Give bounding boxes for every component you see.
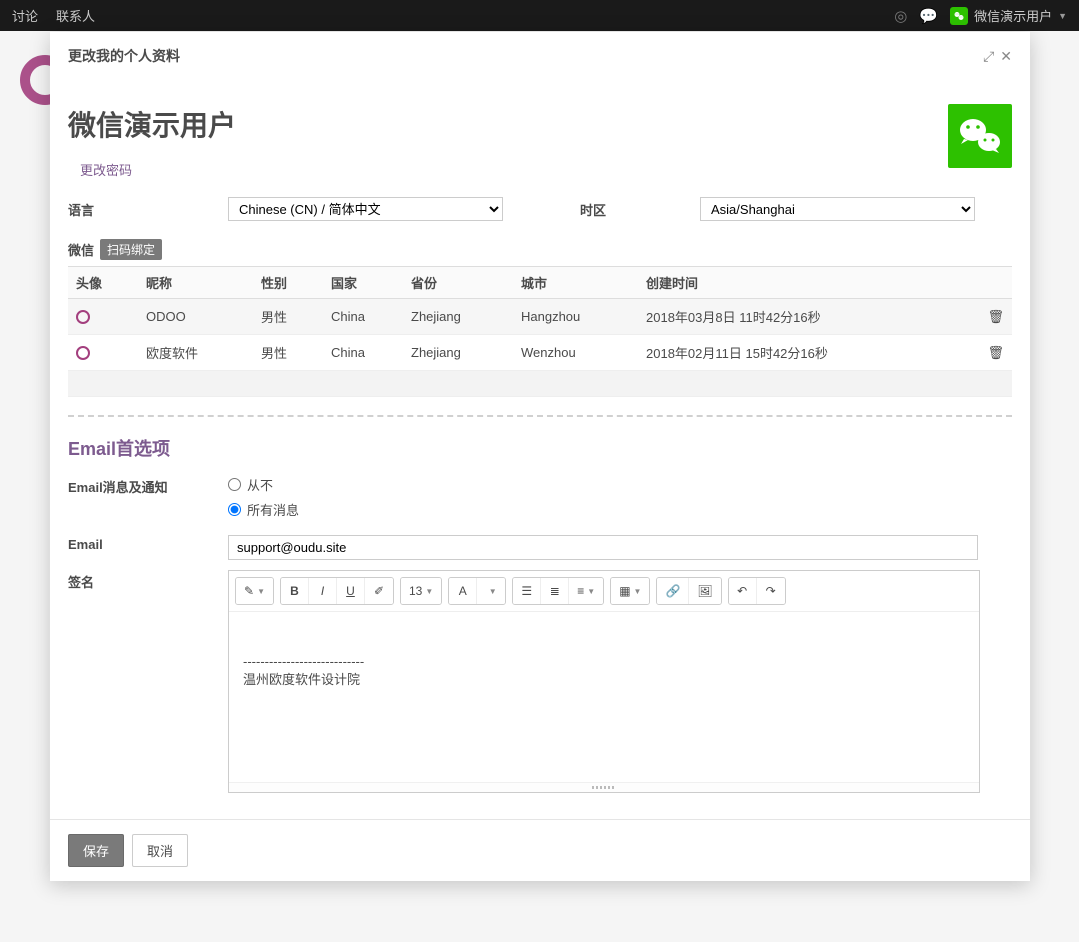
col-province: 省份 (403, 267, 513, 299)
user-name: 微信演示用户 (974, 6, 1052, 25)
signature-label: 签名 (68, 570, 228, 591)
italic-button[interactable]: I (309, 578, 337, 604)
cell-created: 2018年03月8日 11时42分16秒 (638, 299, 979, 335)
col-created: 创建时间 (638, 267, 979, 299)
signature-text: 温州欧度软件设计院 (243, 669, 965, 688)
email-input[interactable] (228, 535, 978, 560)
col-avatar: 头像 (68, 267, 138, 299)
bold-button[interactable]: B (281, 578, 309, 604)
wechat-table: 头像 昵称 性别 国家 省份 城市 创建时间 ODOO 男性 (68, 266, 1012, 397)
modal-footer: 保存 取消 (50, 819, 1030, 881)
underline-button[interactable]: U (337, 578, 365, 604)
delete-row-icon[interactable]: 🗑 (979, 299, 1012, 335)
signature-editor: ✎▼ B I U ✐ 13▼ A ▼ (228, 570, 980, 793)
editor-content[interactable]: ---------------------------- 温州欧度软件设计院 (229, 612, 979, 782)
wechat-logo (948, 104, 1012, 168)
chevron-down-icon: ▼ (1058, 11, 1067, 21)
col-gender: 性别 (253, 267, 323, 299)
radio-all-input[interactable] (228, 503, 241, 516)
cell-nickname: 欧度软件 (138, 335, 253, 371)
notify-label: Email消息及通知 (68, 475, 228, 496)
modal-title: 更改我的个人资料 (68, 46, 180, 66)
table-dropdown[interactable]: ▦▼ (611, 578, 649, 604)
wechat-icon (950, 7, 968, 25)
cell-province: Zhejiang (403, 299, 513, 335)
language-label: 语言 (68, 200, 228, 219)
profile-modal: 更改我的个人资料 ⤢ ✕ 微信演示用户 更改密码 (50, 32, 1030, 881)
unordered-list-button[interactable]: ☰ (513, 578, 541, 604)
signature-separator: ---------------------------- (243, 654, 965, 669)
font-color-dropdown[interactable]: ▼ (477, 578, 505, 604)
email-label: Email (68, 535, 228, 552)
timezone-select[interactable]: Asia/Shanghai (700, 197, 975, 221)
cell-nickname: ODOO (138, 299, 253, 335)
table-row[interactable]: ODOO 男性 China Zhejiang Hangzhou 2018年03月… (68, 299, 1012, 335)
col-nickname: 昵称 (138, 267, 253, 299)
cell-country: China (323, 335, 403, 371)
col-country: 国家 (323, 267, 403, 299)
top-nav: 讨论 联系人 ◎ 💬 微信演示用户 ▼ (0, 0, 1079, 31)
timezone-label: 时区 (540, 200, 700, 219)
editor-toolbar: ✎▼ B I U ✐ 13▼ A ▼ (229, 571, 979, 612)
link-button[interactable]: 🔗 (657, 578, 689, 604)
font-color-button[interactable]: A (449, 578, 477, 604)
activity-icon[interactable]: ◎ (894, 7, 907, 25)
divider (68, 415, 1012, 417)
wechat-label: 微信 (68, 240, 94, 259)
cell-city: Wenzhou (513, 335, 638, 371)
email-prefs-title: Email首选项 (68, 435, 1012, 461)
profile-name: 微信演示用户 (68, 104, 236, 144)
font-size-dropdown[interactable]: 13▼ (401, 578, 441, 604)
style-dropdown[interactable]: ✎▼ (236, 578, 273, 604)
cell-created: 2018年02月11日 15时42分16秒 (638, 335, 979, 371)
expand-icon[interactable]: ⤢ (983, 48, 994, 65)
save-button[interactable]: 保存 (68, 834, 124, 867)
clear-format-button[interactable]: ✐ (365, 578, 393, 604)
align-dropdown[interactable]: ≡▼ (569, 578, 603, 604)
scan-bind-button[interactable]: 扫码绑定 (100, 239, 162, 260)
cancel-button[interactable]: 取消 (132, 834, 188, 867)
resize-handle[interactable] (229, 782, 979, 792)
avatar-icon (76, 346, 90, 360)
cell-city: Hangzhou (513, 299, 638, 335)
change-password-link[interactable]: 更改密码 (80, 160, 132, 179)
cell-country: China (323, 299, 403, 335)
cell-gender: 男性 (253, 335, 323, 371)
avatar-icon (76, 310, 90, 324)
table-row[interactable]: 欧度软件 男性 China Zhejiang Wenzhou 2018年02月1… (68, 335, 1012, 371)
col-city: 城市 (513, 267, 638, 299)
undo-button[interactable]: ↶ (729, 578, 757, 604)
close-icon[interactable]: ✕ (1000, 48, 1012, 65)
delete-row-icon[interactable]: 🗑 (979, 335, 1012, 371)
cell-province: Zhejiang (403, 335, 513, 371)
modal-header: 更改我的个人资料 ⤢ ✕ (50, 32, 1030, 80)
radio-all[interactable]: 所有消息 (228, 500, 299, 519)
ordered-list-button[interactable]: ≣ (541, 578, 569, 604)
nav-discuss[interactable]: 讨论 (12, 6, 38, 25)
messages-icon[interactable]: 💬 (919, 7, 938, 25)
language-select[interactable]: Chinese (CN) / 简体中文 (228, 197, 503, 221)
user-menu[interactable]: 微信演示用户 ▼ (950, 6, 1067, 25)
radio-never[interactable]: 从不 (228, 475, 299, 494)
nav-contacts[interactable]: 联系人 (56, 6, 95, 25)
image-button[interactable]: 🖼 (689, 578, 720, 604)
radio-never-input[interactable] (228, 478, 241, 491)
redo-button[interactable]: ↷ (757, 578, 785, 604)
cell-gender: 男性 (253, 299, 323, 335)
